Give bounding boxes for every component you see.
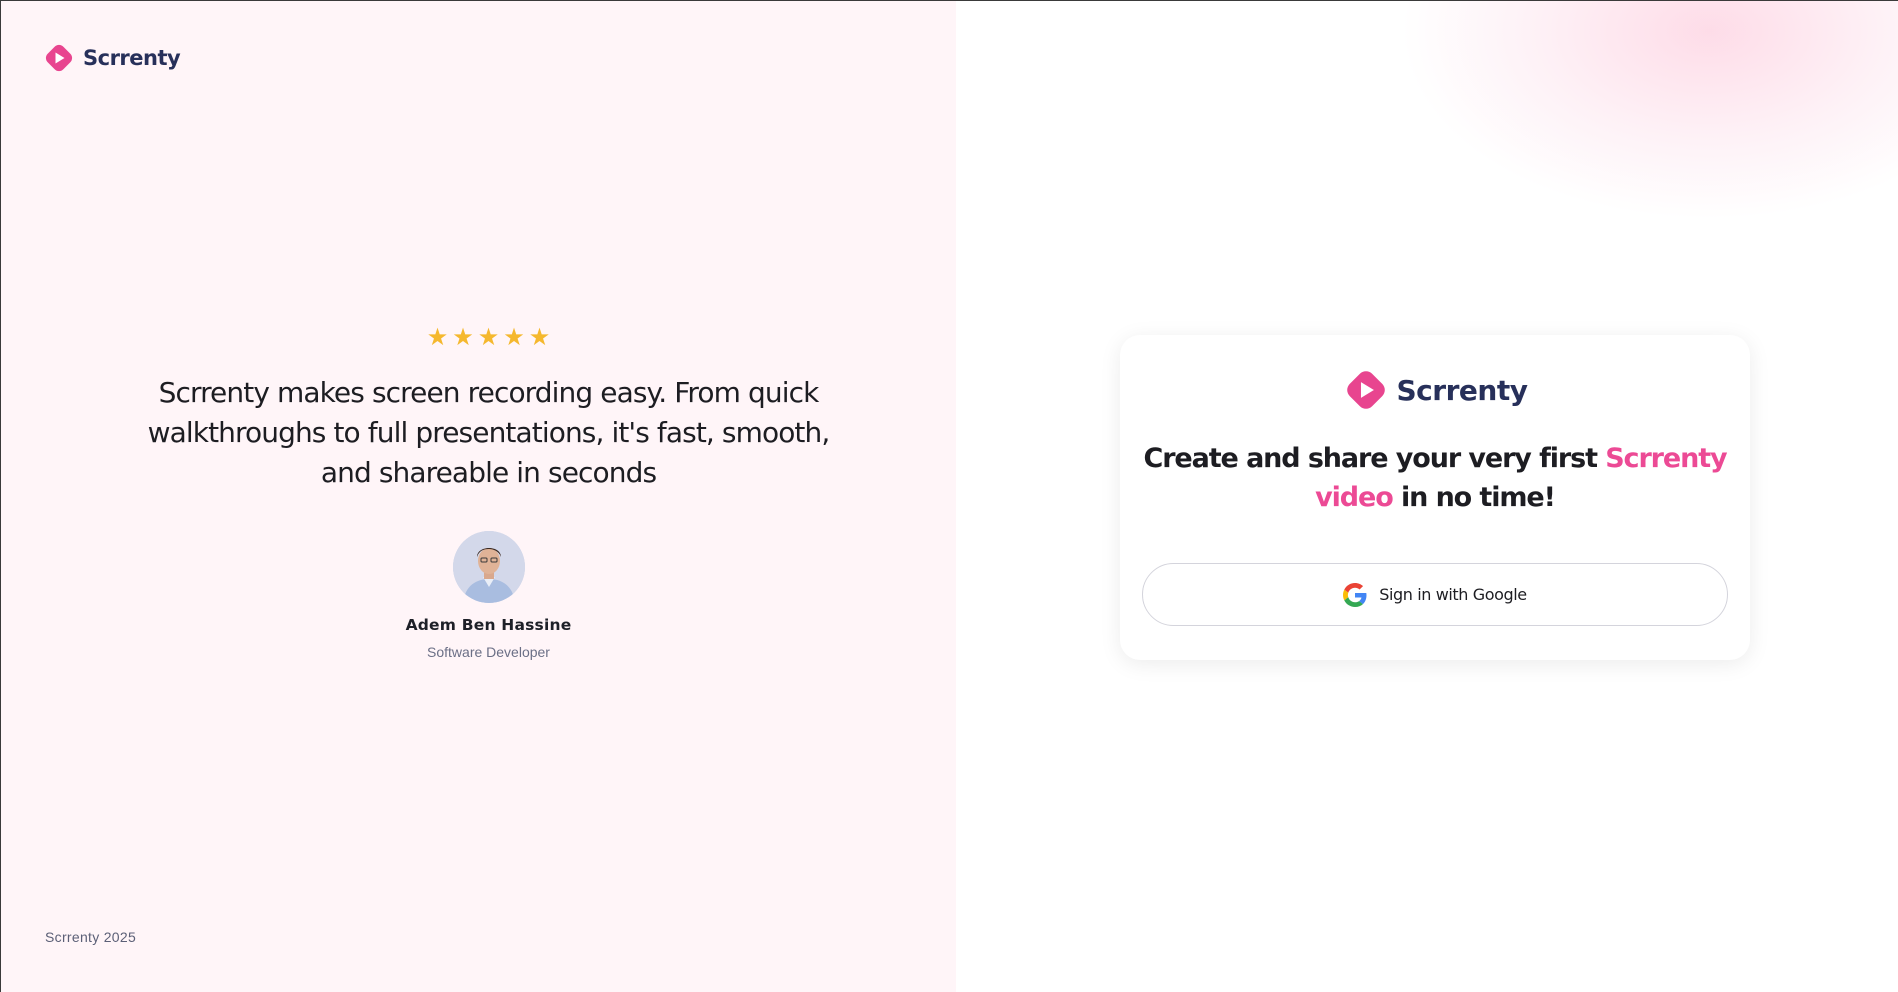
card-title: Create and share your very first Scrrent… <box>1120 439 1750 517</box>
avatar <box>452 531 525 603</box>
header-logo[interactable]: Scrrenty <box>43 42 181 74</box>
rating-stars: ★ ★ ★ ★ ★ <box>1 323 976 351</box>
avatar-photo-icon <box>452 531 525 603</box>
author-role: Software Developer <box>427 644 550 660</box>
star-icon: ★ <box>528 323 551 351</box>
logo-icon <box>45 44 73 72</box>
testimonial: ★ ★ ★ ★ ★ Scrrenty makes screen recordin… <box>1 323 976 660</box>
star-icon: ★ <box>477 323 500 351</box>
logo-icon <box>1346 371 1385 409</box>
card-logo: Scrrenty <box>1120 367 1750 413</box>
title-part-1: Create and share your very first <box>1143 443 1606 474</box>
sign-in-card: Scrrenty Create and share your very firs… <box>1120 335 1750 660</box>
brand-name: Scrrenty <box>83 46 181 70</box>
author-name: Adem Ben Hassine <box>405 616 572 634</box>
star-icon: ★ <box>426 323 449 351</box>
google-icon <box>1343 582 1367 607</box>
testimonial-panel: Scrrenty ★ ★ ★ ★ ★ Scrrenty makes screen… <box>1 1 956 992</box>
google-sign-in-button[interactable]: Sign in with Google <box>1142 563 1728 626</box>
brand-name: Scrrenty <box>1396 373 1528 407</box>
testimonial-quote: Scrrenty makes screen recording easy. Fr… <box>147 376 831 489</box>
copyright: Scrrenty 2025 <box>45 929 137 945</box>
google-sign-in-label: Sign in with Google <box>1379 585 1527 604</box>
star-icon: ★ <box>452 323 474 351</box>
background-glow <box>1399 1 1898 221</box>
title-part-2: in no time! <box>1392 482 1556 513</box>
star-icon: ★ <box>503 323 525 351</box>
